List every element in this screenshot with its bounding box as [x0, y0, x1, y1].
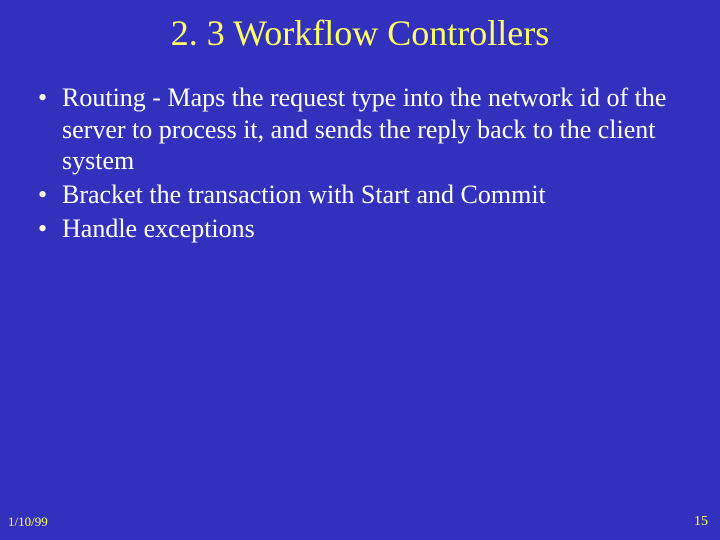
- bullet-item: Handle exceptions: [38, 213, 682, 245]
- bullet-item: Routing - Maps the request type into the…: [38, 82, 682, 177]
- slide-title: 2. 3 Workflow Controllers: [0, 0, 720, 54]
- footer-page-number: 15: [694, 514, 708, 530]
- bullet-list: Routing - Maps the request type into the…: [38, 82, 682, 245]
- bullet-item: Bracket the transaction with Start and C…: [38, 179, 682, 211]
- footer-date: 1/10/99: [8, 514, 48, 530]
